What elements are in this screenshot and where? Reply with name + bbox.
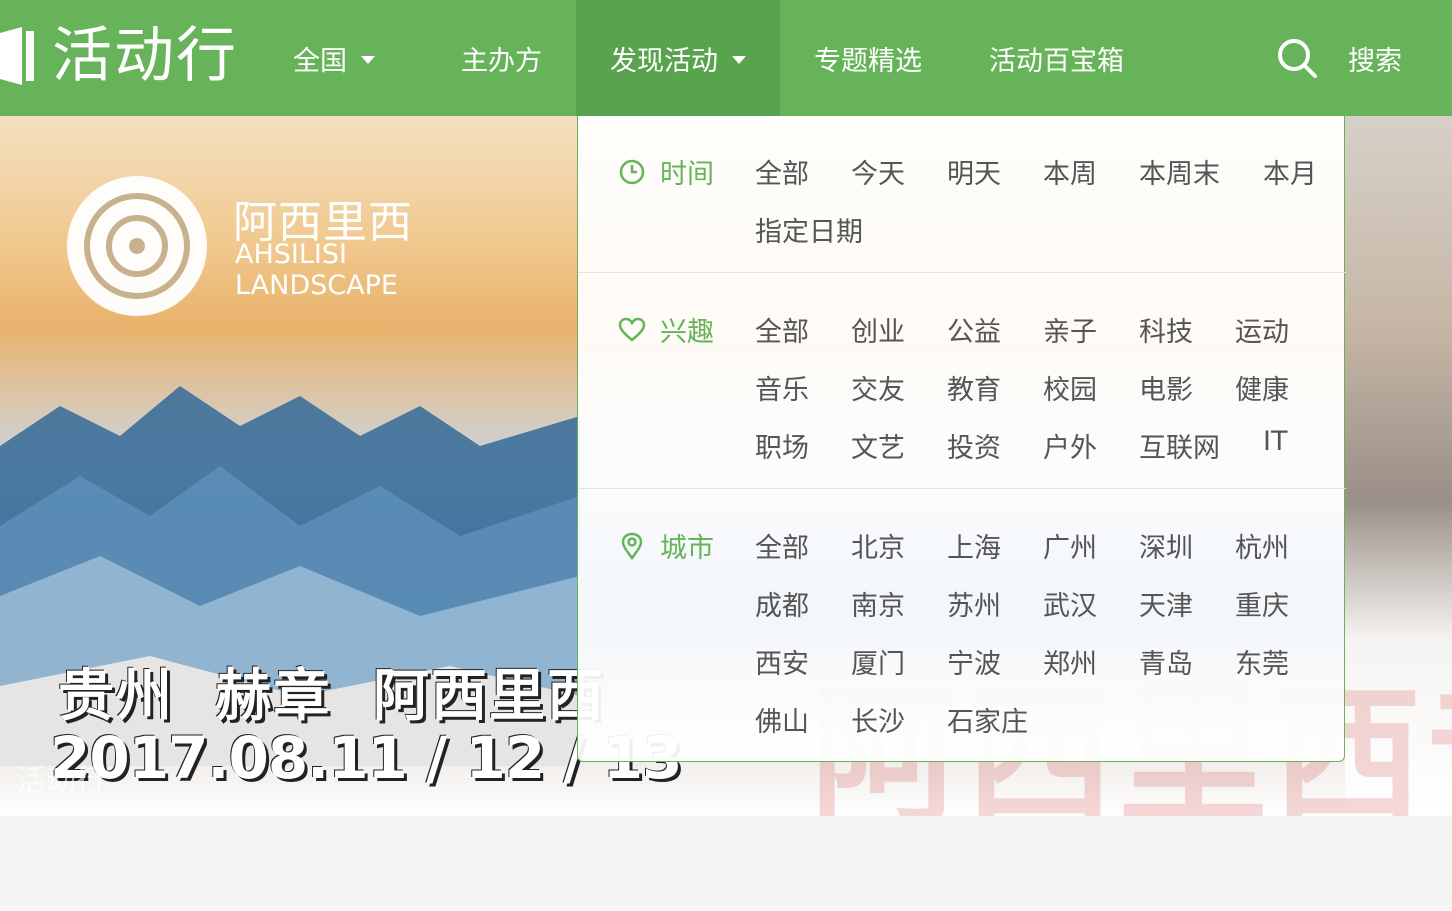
filter-interest-option[interactable]: 交友: [851, 368, 905, 407]
filter-city-option[interactable]: 天津: [1139, 584, 1193, 623]
filter-city-option[interactable]: 上海: [947, 526, 1001, 565]
chevron-down-icon: [732, 56, 746, 64]
nav-toolbox[interactable]: 活动百宝箱: [989, 0, 1124, 116]
location-pin-icon: [621, 532, 643, 560]
filter-city-option[interactable]: 青岛: [1139, 642, 1193, 681]
filter-city-option[interactable]: 西安: [755, 642, 809, 681]
filter-city-heading: 城市: [618, 526, 714, 565]
brand-emblem-icon: [67, 176, 207, 316]
filter-city-option[interactable]: 武汉: [1043, 584, 1097, 623]
filter-interest-option[interactable]: 音乐: [755, 368, 809, 407]
search-label: 搜索: [1348, 45, 1402, 77]
nav-toolbox-label: 活动百宝箱: [989, 45, 1124, 77]
nav-discover-events[interactable]: 发现活动: [576, 0, 780, 116]
filter-interest-option[interactable]: 健康: [1235, 368, 1289, 407]
nav-region-select[interactable]: 全国: [293, 0, 375, 116]
chevron-down-icon: [361, 56, 375, 64]
logo-door-icon: [0, 27, 34, 85]
filter-time-option[interactable]: 本月: [1263, 152, 1317, 191]
filter-city-label: 城市: [660, 533, 714, 564]
filter-interest-option[interactable]: 亲子: [1043, 310, 1097, 349]
banner-watermark: 活动行: [16, 764, 106, 799]
filter-city-option[interactable]: 全部: [755, 526, 809, 565]
filter-interest-option[interactable]: 投资: [947, 426, 1001, 465]
filter-city-option[interactable]: 成都: [755, 584, 809, 623]
filter-time-option[interactable]: 全部: [755, 152, 809, 191]
filter-city-option[interactable]: 长沙: [851, 700, 905, 739]
nav-topics-label: 专题精选: [814, 45, 922, 77]
filter-interest-option[interactable]: 教育: [947, 368, 1001, 407]
logo-text: 活动行: [52, 21, 238, 91]
filter-city-option[interactable]: 广州: [1043, 526, 1097, 565]
filter-section-time: 时间 全部 今天 明天 本周 本周末 本月 指定日期: [578, 116, 1346, 273]
filter-city-option[interactable]: 苏州: [947, 584, 1001, 623]
filter-time-heading: 时间: [618, 152, 714, 191]
filter-interest-option[interactable]: 互联网: [1139, 426, 1220, 465]
filter-city-option[interactable]: 南京: [851, 584, 905, 623]
nav-topics[interactable]: 专题精选: [814, 0, 922, 116]
filter-city-option[interactable]: 郑州: [1043, 642, 1097, 681]
filter-time-option[interactable]: 本周末: [1139, 152, 1220, 191]
filter-city-option[interactable]: 石家庄: [947, 700, 1028, 739]
filter-interest-option[interactable]: 创业: [851, 310, 905, 349]
filter-interest-heading: 兴趣: [618, 310, 714, 349]
filter-interest-option[interactable]: 全部: [755, 310, 809, 349]
filter-city-option[interactable]: 宁波: [947, 642, 1001, 681]
filter-city-option[interactable]: 北京: [851, 526, 905, 565]
filter-time-option[interactable]: 今天: [851, 152, 905, 191]
filter-interest-option[interactable]: IT: [1263, 426, 1287, 457]
filter-interest-option[interactable]: 户外: [1043, 426, 1097, 465]
filter-city-option[interactable]: 佛山: [755, 700, 809, 739]
search-button[interactable]: 搜索: [1276, 0, 1402, 116]
clock-icon: [619, 159, 645, 184]
search-icon: [1278, 39, 1317, 78]
filter-section-interest: 兴趣 全部 创业 公益 亲子 科技 运动 音乐 交友 教育 校园 电影 健康 职…: [578, 273, 1346, 489]
filter-time-option[interactable]: 明天: [947, 152, 1001, 191]
banner-brand-en-line1: AHSILISI: [235, 239, 347, 270]
filter-time-option[interactable]: 本周: [1043, 152, 1097, 191]
heart-icon: [618, 317, 646, 342]
banner-event-title: 贵州 赫章 阿西里西: [58, 664, 605, 729]
filter-interest-option[interactable]: 电影: [1139, 368, 1193, 407]
discover-dropdown-panel: 时间 全部 今天 明天 本周 本周末 本月 指定日期 兴趣 全部 创业 公益 亲…: [577, 116, 1346, 762]
filter-section-city: 城市 全部 北京 上海 广州 深圳 杭州 成都 南京 苏州 武汉 天津 重庆 西…: [578, 489, 1346, 761]
site-logo[interactable]: 活动行: [0, 14, 238, 98]
nav-organizer-label: 主办方: [461, 45, 542, 77]
nav-region-label: 全国: [293, 45, 347, 77]
filter-interest-option[interactable]: 文艺: [851, 426, 905, 465]
filter-city-option[interactable]: 杭州: [1235, 526, 1289, 565]
banner-brand-en-line2: LANDSCAPE: [235, 270, 398, 301]
filter-interest-option[interactable]: 公益: [947, 310, 1001, 349]
filter-city-option[interactable]: 重庆: [1235, 584, 1289, 623]
filter-time-label: 时间: [660, 159, 714, 190]
filter-city-option[interactable]: 厦门: [851, 642, 905, 681]
filter-time-option[interactable]: 指定日期: [755, 210, 863, 249]
filter-city-option[interactable]: 东莞: [1235, 642, 1289, 681]
filter-interest-option[interactable]: 科技: [1139, 310, 1193, 349]
filter-interest-label: 兴趣: [660, 317, 714, 348]
filter-interest-option[interactable]: 校园: [1043, 368, 1097, 407]
filter-interest-option[interactable]: 职场: [755, 426, 809, 465]
nav-organizer[interactable]: 主办方: [461, 0, 542, 116]
filter-city-option[interactable]: 深圳: [1139, 526, 1193, 565]
filter-interest-option[interactable]: 运动: [1235, 310, 1289, 349]
top-navbar: 活动行 全国 主办方 发现活动 专题精选 活动百宝箱 搜索: [0, 0, 1452, 116]
nav-discover-label: 发现活动: [610, 45, 718, 77]
